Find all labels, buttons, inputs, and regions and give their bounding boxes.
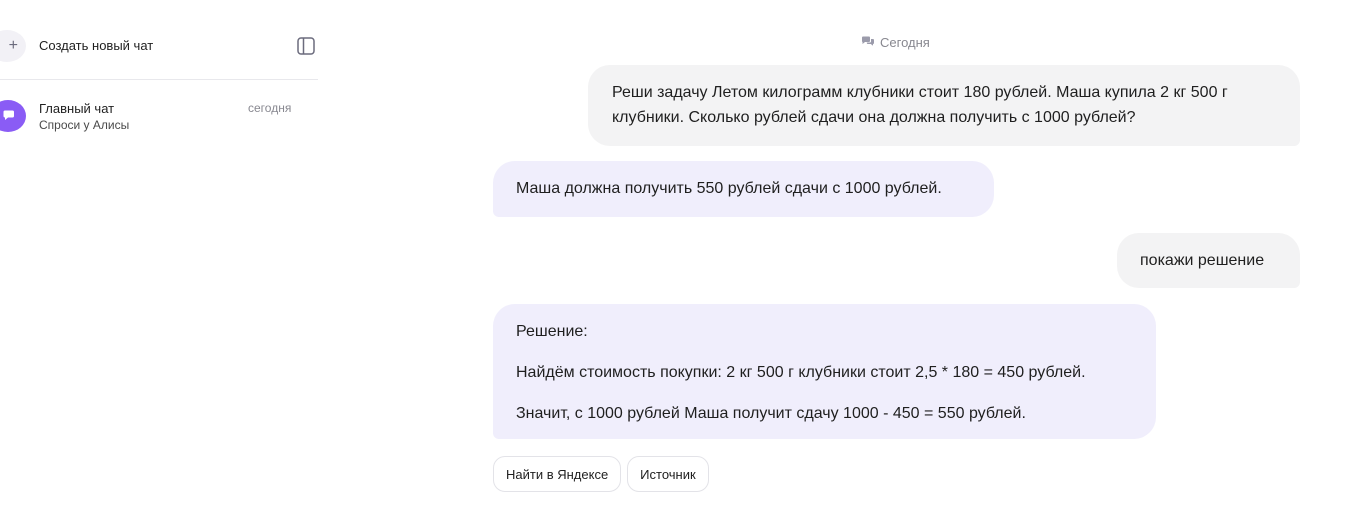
date-separator-label: Сегодня [880,34,930,50]
app-window: + Создать новый чат Главный чат Спроси у… [0,0,1359,512]
sidebar-toggle-icon[interactable] [297,37,315,55]
assistant-message: Решение: Найдём стоимость покупки: 2 кг … [493,304,1156,439]
chat-title: Главный чат [39,101,115,116]
user-message: Реши задачу Летом килограмм клубники сто… [588,65,1300,146]
chat-bubbles-icon [861,35,875,50]
message-paragraph: Найдём стоимость покупки: 2 кг 500 г клу… [516,364,1086,381]
user-message: покажи решение [1117,233,1300,288]
chat-subtitle: Спроси у Алисы [39,118,130,132]
plus-icon[interactable]: + [0,30,26,62]
date-separator: Сегодня [861,34,930,50]
new-chat-button[interactable]: + Создать новый чат [0,26,318,66]
message-paragraph: Решение: [516,323,588,340]
sidebar: + Создать новый чат Главный чат Спроси у… [0,0,318,512]
search-yandex-button[interactable]: Найти в Яндексе [493,456,622,492]
assistant-message: Маша должна получить 550 рублей сдачи с … [493,161,994,217]
chat-bubble-icon [0,100,26,132]
sidebar-divider [0,79,318,80]
chat-date: сегодня [248,101,292,115]
source-button[interactable]: Источник [627,456,709,492]
message-paragraph: Значит, с 1000 рублей Маша получит сдачу… [516,405,1026,422]
sidebar-chat-item[interactable]: Главный чат Спроси у Алисы сегодня [0,94,318,138]
new-chat-label: Создать новый чат [39,38,154,53]
message-actions: Найти в Яндексе Источник [493,456,709,492]
